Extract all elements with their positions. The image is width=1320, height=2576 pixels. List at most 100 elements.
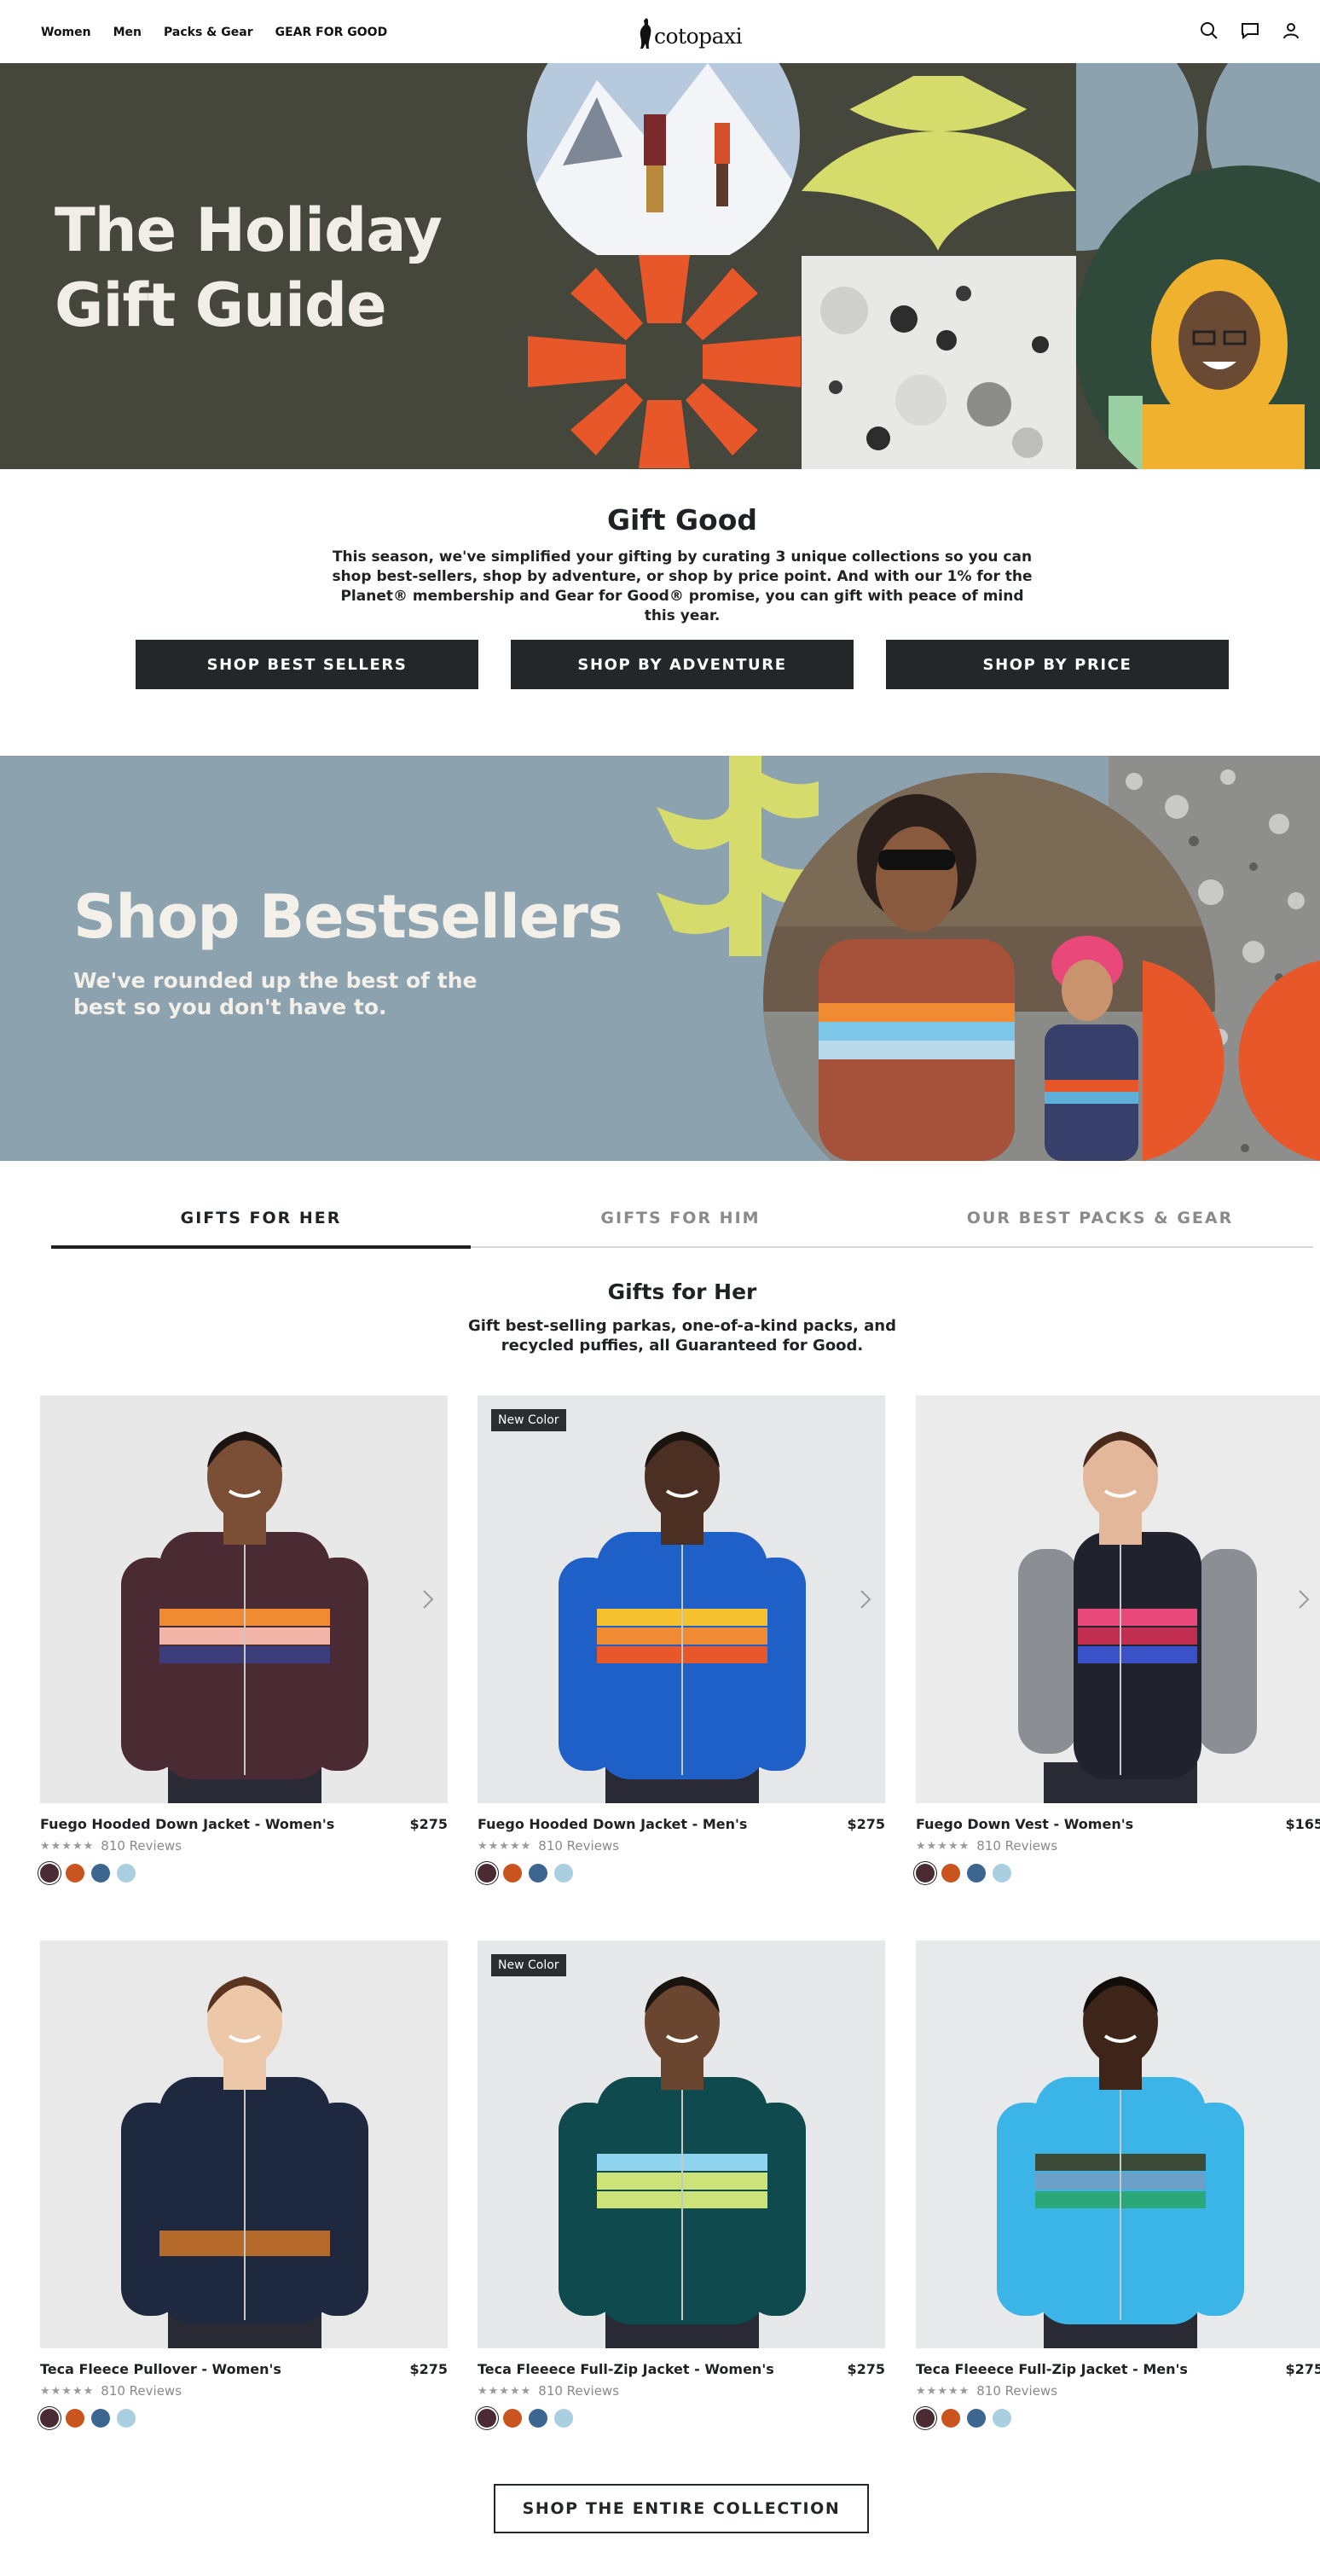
color-swatch[interactable]: [117, 1864, 136, 1883]
product-card[interactable]: Teca Fleece Pullover - Women's $275 ★★★★…: [40, 1941, 448, 2428]
snow-texture-photo: [802, 256, 1076, 469]
product-rating[interactable]: ★★★★★ 810 Reviews: [478, 1838, 619, 1854]
tab-gifts-for-her[interactable]: GIFTS FOR HER: [51, 1209, 471, 1227]
product-rating[interactable]: ★★★★★ 810 Reviews: [916, 2383, 1057, 2399]
color-swatch[interactable]: [941, 1864, 960, 1883]
chat-icon[interactable]: [1240, 20, 1260, 41]
color-swatch[interactable]: [941, 2409, 960, 2428]
color-swatch[interactable]: [967, 1864, 986, 1883]
nav-utility-icons: [1199, 20, 1301, 41]
product-name[interactable]: Teca Fleeece Full-Zip Jacket - Men's: [916, 2361, 1188, 2377]
product-image[interactable]: [916, 1395, 1320, 1803]
product-card[interactable]: Teca Fleeece Full-Zip Jacket - Men's $27…: [916, 1941, 1320, 2428]
color-swatch[interactable]: [66, 2409, 84, 2428]
product-card[interactable]: Fuego Hooded Down Jacket - Women's $275 …: [40, 1395, 448, 1883]
product-card[interactable]: Fuego Down Vest - Women's $165 ★★★★★ 810…: [916, 1395, 1320, 1883]
banner-subtitle: We've rounded up the best of the best so…: [73, 968, 478, 1019]
product-photo: [559, 1976, 806, 2348]
nav-link-men[interactable]: Men: [113, 26, 142, 39]
product-photo: [121, 1976, 368, 2348]
color-swatches: [478, 2409, 573, 2428]
color-swatch[interactable]: [529, 2409, 547, 2428]
section-text: Gift best-selling parkas, one-of-a-kind …: [467, 1317, 897, 1355]
tab-gifts-for-him[interactable]: GIFTS FOR HIM: [471, 1209, 890, 1227]
color-swatch[interactable]: [117, 2409, 136, 2428]
review-count: 810 Reviews: [538, 1838, 620, 1854]
color-swatch[interactable]: [503, 2409, 522, 2428]
color-swatches: [916, 1864, 1011, 1883]
new-color-badge: New Color: [491, 1954, 566, 1976]
color-swatch[interactable]: [91, 1864, 110, 1883]
account-icon[interactable]: [1281, 20, 1301, 41]
product-image[interactable]: [40, 1941, 448, 2348]
color-swatch[interactable]: [916, 1864, 935, 1883]
active-tab-indicator: [51, 1245, 471, 1249]
product-image[interactable]: New Color: [478, 1395, 885, 1803]
review-count: 810 Reviews: [101, 1838, 182, 1854]
intro-text: This season, we've simplified your gifti…: [332, 548, 1033, 624]
color-swatch[interactable]: [40, 2409, 59, 2428]
search-icon[interactable]: [1199, 20, 1219, 41]
cotopaxi-logo[interactable]: cotopaxi: [638, 15, 743, 49]
nav-link-packs-gear[interactable]: Packs & Gear: [164, 26, 253, 39]
product-price: $275: [409, 1816, 448, 1832]
review-count: 810 Reviews: [976, 2383, 1058, 2399]
product-price: $275: [847, 2361, 885, 2377]
star-rating-icon: ★★★★★: [916, 2384, 970, 2398]
color-swatch[interactable]: [529, 1864, 547, 1883]
product-price: $275: [1285, 2361, 1320, 2377]
shop-best-sellers-button[interactable]: SHOP BEST SELLERS: [136, 640, 478, 689]
hikers-photo: [527, 63, 800, 272]
product-image[interactable]: [40, 1395, 448, 1803]
new-color-badge: New Color: [491, 1409, 566, 1431]
color-swatch[interactable]: [554, 2409, 573, 2428]
color-swatch[interactable]: [66, 1864, 84, 1883]
bestsellers-banner[interactable]: Shop Bestsellers We've rounded up the be…: [0, 756, 1320, 1161]
color-swatch[interactable]: [554, 1864, 573, 1883]
color-swatch[interactable]: [993, 1864, 1011, 1883]
color-swatch[interactable]: [91, 2409, 110, 2428]
chevron-right-icon[interactable]: [858, 1587, 873, 1611]
color-swatch[interactable]: [967, 2409, 986, 2428]
chevron-right-icon[interactable]: [420, 1587, 436, 1611]
logo-wordmark: cotopaxi: [654, 24, 743, 49]
product-rating[interactable]: ★★★★★ 810 Reviews: [916, 1838, 1057, 1854]
shop-by-adventure-button[interactable]: SHOP BY ADVENTURE: [511, 640, 854, 689]
product-name[interactable]: Teca Fleece Pullover - Women's: [40, 2361, 281, 2377]
product-name[interactable]: Fuego Hooded Down Jacket - Women's: [40, 1816, 334, 1832]
nav-link-women[interactable]: Women: [41, 26, 91, 39]
star-rating-icon: ★★★★★: [478, 2384, 532, 2398]
product-card[interactable]: New Color Fuego Hooded Down Jacket - Men…: [478, 1395, 885, 1883]
shop-by-price-button[interactable]: SHOP BY PRICE: [886, 640, 1229, 689]
bestsellers-collage: [657, 756, 1320, 1161]
color-swatch[interactable]: [40, 1864, 59, 1883]
tab-best-packs-gear[interactable]: OUR BEST PACKS & GEAR: [890, 1209, 1310, 1227]
product-image[interactable]: New Color: [478, 1941, 885, 2348]
color-swatches: [916, 2409, 1011, 2428]
product-photo: [121, 1431, 368, 1803]
product-price: $275: [409, 2361, 448, 2377]
color-swatch[interactable]: [993, 2409, 1011, 2428]
product-name[interactable]: Fuego Down Vest - Women's: [916, 1816, 1133, 1832]
product-rating[interactable]: ★★★★★ 810 Reviews: [40, 2383, 182, 2399]
star-rating-icon: ★★★★★: [40, 1839, 95, 1853]
product-rating[interactable]: ★★★★★ 810 Reviews: [40, 1838, 182, 1854]
color-swatch[interactable]: [503, 1864, 522, 1883]
shop-entire-collection-button[interactable]: SHOP THE ENTIRE COLLECTION: [494, 2484, 869, 2533]
gift-tabs: GIFTS FOR HER GIFTS FOR HIM OUR BEST PAC…: [51, 1190, 1313, 1249]
product-rating[interactable]: ★★★★★ 810 Reviews: [478, 2383, 619, 2399]
color-swatch[interactable]: [478, 2409, 496, 2428]
product-image[interactable]: [916, 1941, 1320, 2348]
color-swatch[interactable]: [478, 1864, 496, 1883]
hero-collage: [527, 63, 1320, 469]
star-rating-icon: ★★★★★: [916, 1839, 970, 1853]
nav-link-gear-for-good[interactable]: GEAR FOR GOOD: [275, 26, 388, 39]
product-name[interactable]: Teca Fleeece Full-Zip Jacket - Women's: [478, 2361, 774, 2377]
product-card[interactable]: New Color Teca Fleeece Full-Zip Jacket -…: [478, 1941, 885, 2428]
chevron-right-icon[interactable]: [1296, 1587, 1311, 1611]
llama-logo-icon: [640, 18, 651, 49]
color-swatch[interactable]: [916, 2409, 935, 2428]
review-count: 810 Reviews: [976, 1838, 1058, 1854]
product-price: $165: [1285, 1816, 1320, 1832]
product-name[interactable]: Fuego Hooded Down Jacket - Men's: [478, 1816, 747, 1832]
